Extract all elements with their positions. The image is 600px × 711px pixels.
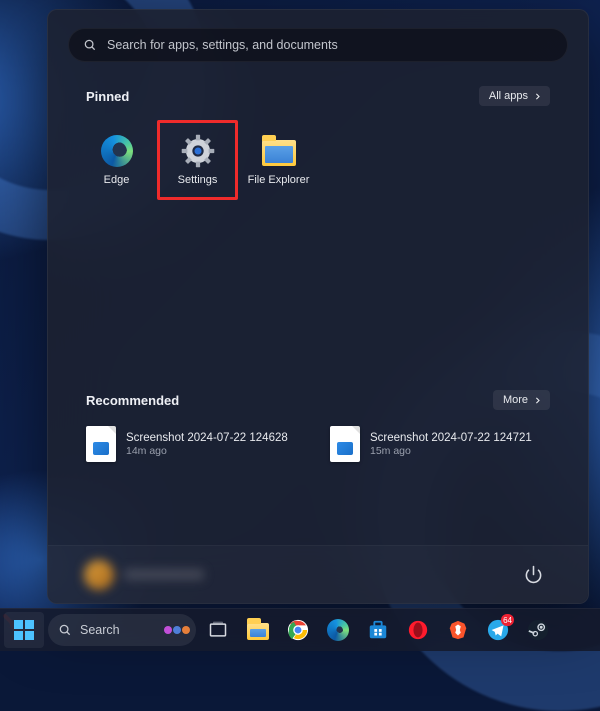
taskbar-app-brave[interactable] bbox=[440, 612, 476, 648]
pinned-section-header: Pinned All apps bbox=[48, 86, 588, 106]
pinned-app-settings[interactable]: Settings bbox=[157, 120, 238, 200]
pinned-app-file-explorer[interactable]: File Explorer bbox=[238, 120, 319, 200]
recommended-subtext: 14m ago bbox=[126, 445, 288, 457]
windows-logo-icon bbox=[14, 620, 34, 640]
notification-badge: 64 bbox=[501, 614, 514, 626]
store-icon bbox=[367, 619, 389, 641]
taskbar-app-microsoft-store[interactable] bbox=[360, 612, 396, 648]
image-file-icon bbox=[86, 426, 116, 462]
steam-icon bbox=[527, 619, 549, 641]
pinned-grid: Edge bbox=[48, 106, 588, 200]
pinned-label: File Explorer bbox=[248, 174, 310, 186]
taskbar-app-taskview[interactable] bbox=[200, 612, 236, 648]
pinned-title: Pinned bbox=[86, 89, 129, 104]
taskbar: Search 64 bbox=[0, 608, 600, 651]
start-menu-panel: Search for apps, settings, and documents… bbox=[47, 9, 589, 604]
recommended-title: Recommended bbox=[86, 393, 179, 408]
start-button[interactable] bbox=[4, 612, 44, 648]
recommended-grid: Screenshot 2024-07-22 124628 14m ago Scr… bbox=[48, 410, 588, 464]
chrome-icon bbox=[287, 619, 309, 641]
pinned-app-edge[interactable]: Edge bbox=[76, 120, 157, 200]
gear-icon bbox=[181, 134, 215, 168]
taskbar-app-steam[interactable] bbox=[520, 612, 556, 648]
taskbar-app-opera[interactable] bbox=[400, 612, 436, 648]
folder-icon bbox=[262, 134, 296, 168]
pinned-label: Settings bbox=[178, 174, 218, 186]
pinned-label: Edge bbox=[104, 174, 130, 186]
recommended-title-text: Screenshot 2024-07-22 124628 bbox=[126, 432, 288, 444]
search-placeholder: Search for apps, settings, and documents bbox=[107, 38, 338, 52]
taskbar-app-telegram[interactable]: 64 bbox=[480, 612, 516, 648]
task-view-icon bbox=[208, 620, 228, 640]
taskbar-app-file-explorer[interactable] bbox=[240, 612, 276, 648]
start-footer bbox=[48, 545, 588, 603]
recommended-item[interactable]: Screenshot 2024-07-22 124628 14m ago bbox=[84, 424, 308, 464]
recommended-item[interactable]: Screenshot 2024-07-22 124721 15m ago bbox=[328, 424, 552, 464]
user-account-button[interactable] bbox=[84, 560, 204, 590]
all-apps-button[interactable]: All apps bbox=[479, 86, 550, 106]
more-label: More bbox=[503, 394, 528, 406]
taskbar-search[interactable]: Search bbox=[48, 614, 196, 646]
opera-icon bbox=[407, 619, 429, 641]
start-search-input[interactable]: Search for apps, settings, and documents bbox=[68, 28, 568, 62]
taskbar-app-edge[interactable] bbox=[320, 612, 356, 648]
brave-icon bbox=[447, 619, 469, 641]
recommended-title-text: Screenshot 2024-07-22 124721 bbox=[370, 432, 532, 444]
search-decoration-icon bbox=[164, 626, 190, 634]
edge-icon bbox=[327, 619, 349, 641]
avatar bbox=[84, 560, 114, 590]
more-button[interactable]: More bbox=[493, 390, 550, 410]
search-icon bbox=[83, 38, 97, 52]
image-file-icon bbox=[330, 426, 360, 462]
power-button[interactable] bbox=[516, 558, 550, 592]
user-name bbox=[124, 569, 204, 580]
power-icon bbox=[524, 565, 543, 584]
all-apps-label: All apps bbox=[489, 90, 528, 102]
chevron-right-icon bbox=[533, 92, 542, 101]
recommended-subtext: 15m ago bbox=[370, 445, 532, 457]
edge-icon bbox=[100, 134, 134, 168]
taskbar-app-chrome[interactable] bbox=[280, 612, 316, 648]
chevron-right-icon bbox=[533, 396, 542, 405]
folder-icon bbox=[247, 623, 269, 640]
search-icon bbox=[58, 623, 72, 637]
taskbar-search-label: Search bbox=[80, 623, 120, 637]
recommended-section-header: Recommended More bbox=[48, 390, 588, 410]
